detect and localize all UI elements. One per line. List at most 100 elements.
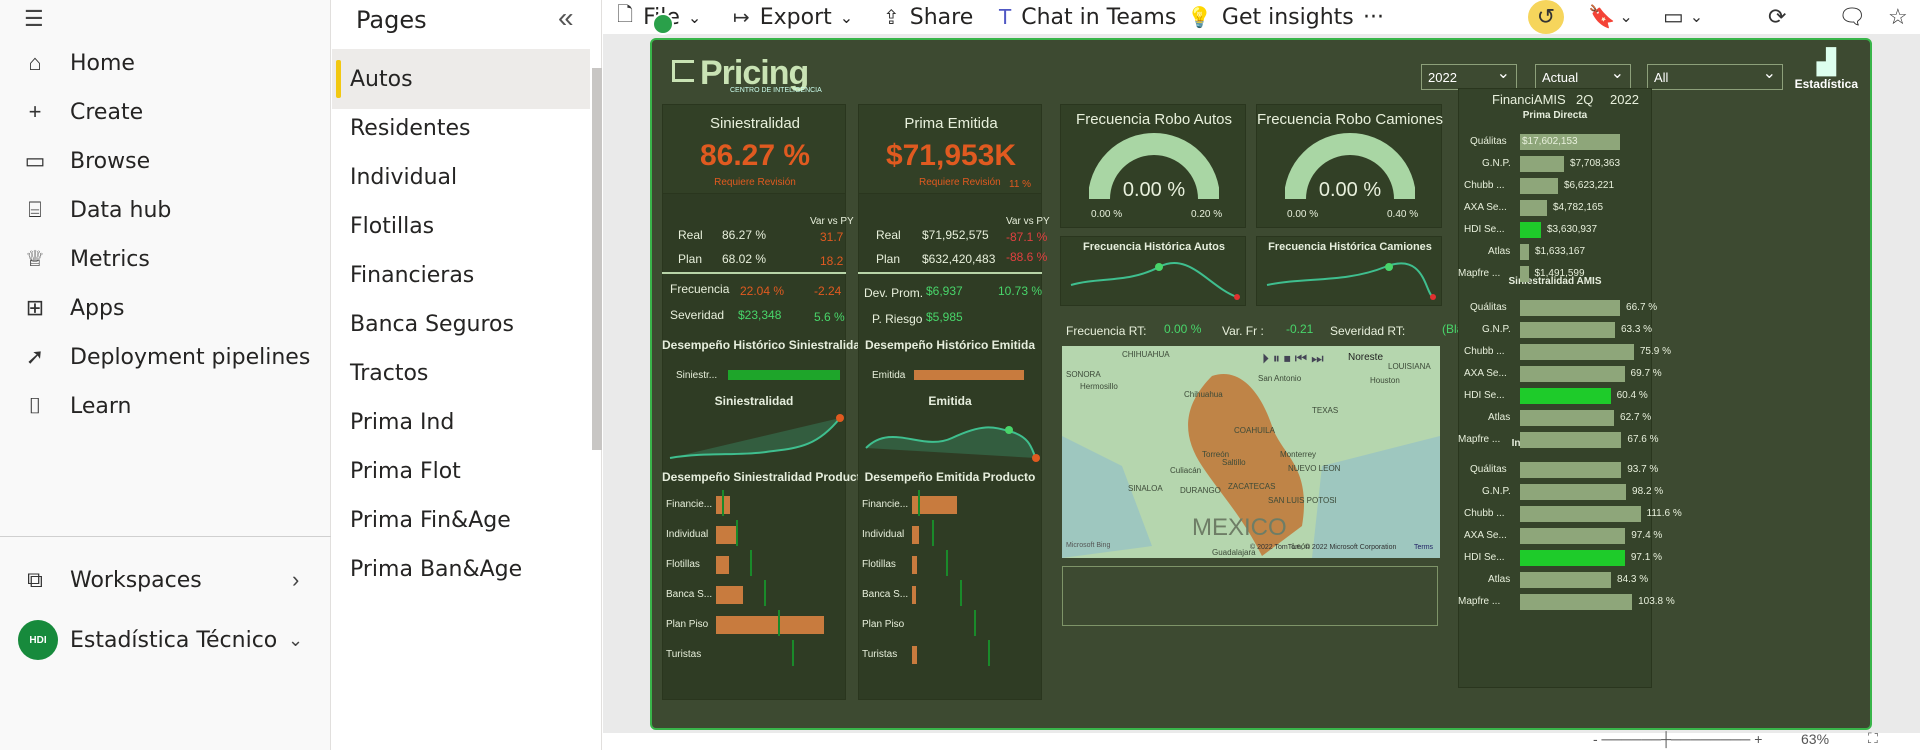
sev-label: Severidad [670,308,725,322]
export-icon: ↦ [733,5,750,29]
share-button[interactable]: ⇪ Share [883,0,973,34]
company-label: Atlas [1488,246,1511,257]
frec-rt-value: 0.00 % [1164,322,1202,336]
robo-autos-card: Frecuencia Robo Autos 0.00 % 0.00 % 0.20… [1060,104,1246,228]
sin-real-var: 31.7 [820,230,844,244]
nav-learn[interactable]: ⌷ Learn [0,381,331,431]
hist-camiones-title: Frecuencia Histórica Camiones [1268,241,1432,253]
sin-hist-bar [728,370,840,380]
region-map[interactable]: CHIHUAHUA SONORA Hermosillo Chihuahua San An… [1062,346,1440,558]
company-label: Atlas [1488,412,1511,423]
hist-camiones-card: Frecuencia Histórica Camiones [1256,236,1442,306]
nav-deployment-pipelines[interactable]: ➚ Deployment pipelines [0,332,331,382]
company-label: Quálitas [1470,464,1507,475]
hamburger-icon[interactable]: ☰ [24,6,44,32]
share-label: Share [909,4,974,30]
map-terms-link[interactable]: Terms [1414,544,1433,551]
fit-page-icon[interactable]: ⛶ [1868,730,1878,747]
company-label: Atlas [1488,574,1511,585]
product-bar [716,526,738,544]
nav-apps[interactable]: ⊞ Apps [0,283,331,333]
type-filter[interactable]: Actual [1535,63,1631,90]
report-page: PricingCENTRO DE INTELIGENCIA 2022 Actua… [650,38,1872,730]
trophy-icon: ♕ [25,246,45,271]
robo-camiones-value: 0.00 % [1318,179,1382,201]
pri-chart-title: Emitida [928,394,972,408]
teams-button[interactable]: T Chat in Teams [999,0,1176,34]
sin-plan-var: 18.2 [820,254,844,268]
empty-panel [1062,566,1438,626]
map-play-controls[interactable]: ⏵ ⏸ ⏹ ⏮ ⏭ [1262,350,1324,367]
robo-autos-title: Frecuencia Robo Autos [1076,111,1232,128]
product-target-line [974,610,976,636]
product-target-line [736,520,738,546]
product-bar [912,646,918,664]
product-bar [716,556,729,574]
year-filter[interactable]: 2022 [1421,63,1517,90]
company-bar [1520,462,1622,478]
company-value: $1,633,167 [1535,246,1586,257]
product-label: Plan Piso [666,619,709,630]
bookmark-icon[interactable]: 🔖 ⌄ [1588,0,1633,34]
bing-logo: Microsoft Bing [1066,542,1111,549]
collapse-pane-icon[interactable]: « [558,2,574,34]
more-button[interactable]: ··· [1363,0,1384,34]
nav-metrics[interactable]: ♕ Metrics [0,234,331,284]
pri-real: $71,952,575 [922,228,989,242]
hist-autos-card: Frecuencia Histórica Autos [1060,236,1246,306]
pages-scrollbar[interactable] [592,68,602,450]
company-value: 75.9 % [1639,346,1671,357]
product-bar [912,586,916,604]
nav-browse[interactable]: ▭ Browse [0,136,331,186]
company-bar [1520,366,1625,382]
product-target-line [918,490,920,516]
workspace-name: Estadística Técnico [70,627,278,653]
amis-title: FinanciAMIS [1492,92,1566,107]
company-value: 84.3 % [1617,574,1649,585]
company-bar [1520,388,1611,404]
company-value: 111.6 % [1646,508,1682,519]
nav-workspace-current[interactable]: Estadística Técnico ⌄ [0,615,331,665]
product-label: Turistas [862,649,898,660]
map-label: San Antonio [1258,374,1302,383]
page-tab[interactable]: Prima Ban&Age [332,539,590,599]
comment-icon[interactable]: 🗨 [1838,0,1866,34]
pri-prod-title: Desempeño Emitida Producto [864,470,1036,484]
nav-workspaces[interactable]: ⧉ Workspaces › [0,555,331,605]
amis-pd-title: Prima Directa [1522,110,1588,121]
company-label: HDI Se... [1464,224,1505,235]
insights-button[interactable]: 💡 Get insights [1187,0,1354,34]
zoom-slider[interactable]: - ──────┼──────── + [1593,731,1762,747]
product-label: Financie... [666,499,713,510]
nav-data-hub[interactable]: ⌸ Data hub [0,185,331,235]
pages-title: Pages [356,6,427,34]
teams-label: Chat in Teams [1021,4,1177,30]
nav-create[interactable]: + Create [0,87,331,137]
map-label: Monterrey [1280,450,1317,459]
var-header: Var vs PY [1006,216,1050,227]
sin-prod-title: Desempeño Siniestralidad Producto [662,470,869,484]
sin-real: 86.27 % [722,228,767,242]
nav-home[interactable]: ⌂ Home [0,38,331,88]
focus-mode-icon[interactable] [652,13,674,35]
estadistica-link[interactable]: ▟ Estadística [1795,48,1858,91]
map-label: Hermosillo [1080,382,1118,391]
map-copyright: © 2022 TomTom, © 2022 Microsoft Corporat… [1250,544,1397,551]
pri-pr: $5,985 [926,310,963,324]
real-label: Real [678,228,703,242]
company-label: AXA Se... [1464,530,1507,541]
favorite-icon[interactable]: ☆ [1888,0,1908,34]
chevron-down-icon: ⌄ [839,7,854,27]
company-value: 93.7 % [1627,464,1659,475]
company-bar [1520,244,1529,260]
pricing-logo: Pricing CENTRO DE INTELIGENCIA [700,54,822,94]
reset-icon[interactable]: ↺ [1528,0,1564,34]
siniestralidad-card: Siniestralidad 86.27 % Requiere Revisión [662,104,846,194]
refresh-icon[interactable]: ⟳ [1768,0,1786,34]
company-label: G.N.P. [1482,486,1511,497]
map-region: Noreste [1348,352,1384,363]
view-icon[interactable]: ▭ ⌄ [1663,0,1703,34]
nav-workspaces-label: Workspaces [70,567,202,593]
scope-filter[interactable]: All [1647,63,1783,90]
export-menu[interactable]: ↦ Export ⌄ [733,0,853,34]
